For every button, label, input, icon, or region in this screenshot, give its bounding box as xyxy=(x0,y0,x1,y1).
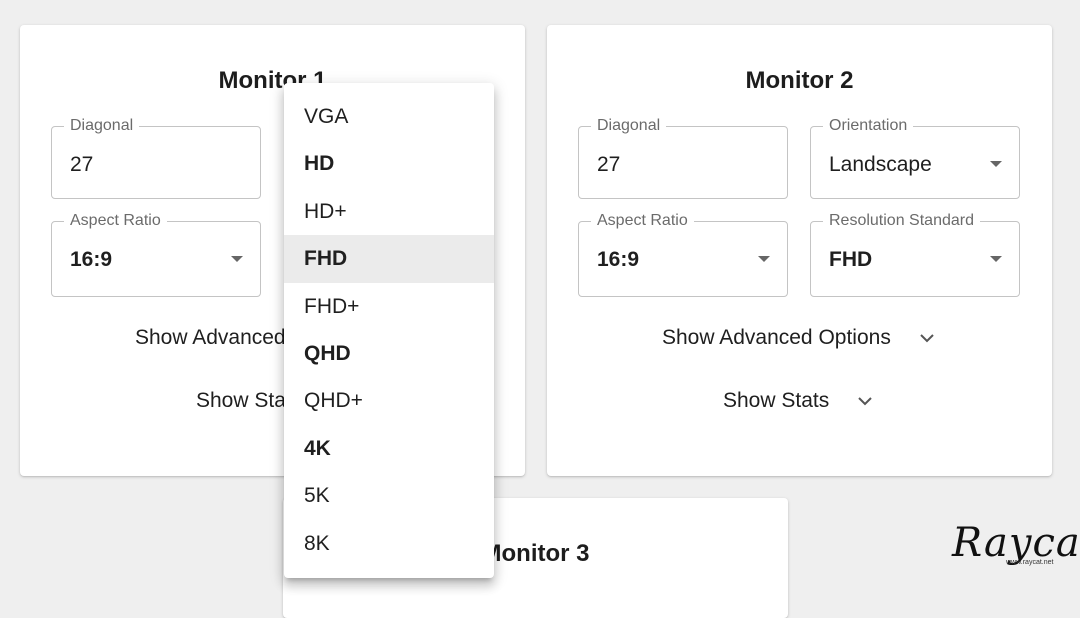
aspect-ratio-label: Aspect Ratio xyxy=(591,212,694,230)
dropdown-arrow-icon xyxy=(990,161,1002,167)
diagonal-label: Diagonal xyxy=(591,117,667,135)
diagonal-label: Diagonal xyxy=(64,117,140,135)
monitor-1-advanced-options-toggle[interactable]: Show Advanced xyxy=(135,326,286,350)
resolution-standard-label: Resolution Standard xyxy=(823,212,980,230)
monitor-1-diagonal-field[interactable]: Diagonal 27 xyxy=(51,117,261,199)
monitor-1-aspect-ratio-select[interactable]: Aspect Ratio 16:9 xyxy=(51,212,261,297)
resolution-standard-value: FHD xyxy=(829,248,873,271)
stats-label: Show Stats xyxy=(723,389,830,412)
monitor-2-aspect-ratio-select[interactable]: Aspect Ratio 16:9 xyxy=(578,212,788,297)
monitor-2-stats-toggle[interactable]: Show Stats xyxy=(723,389,873,413)
aspect-ratio-label: Aspect Ratio xyxy=(64,212,167,230)
dropdown-arrow-icon xyxy=(758,256,770,262)
monitor-2-diagonal-field[interactable]: Diagonal 27 xyxy=(578,117,788,199)
orientation-value: Landscape xyxy=(829,153,932,176)
monitor-2-card: Monitor 2 Diagonal 27 Orientation Landsc… xyxy=(547,25,1052,476)
menu-item-8k[interactable]: 8K xyxy=(284,520,494,567)
chevron-down-icon xyxy=(858,397,872,406)
menu-item-hd[interactable]: HD xyxy=(284,140,494,187)
resolution-standard-menu: VGA HD HD+ FHD FHD+ QHD QHD+ 4K 5K 8K xyxy=(284,83,494,578)
menu-item-vga[interactable]: VGA xyxy=(284,93,494,140)
monitor-2-orientation-select[interactable]: Orientation Landscape xyxy=(810,117,1020,199)
chevron-down-icon xyxy=(919,334,934,343)
menu-item-fhd[interactable]: FHD xyxy=(284,235,494,283)
logo-url-text: www.raycat.net xyxy=(1006,559,1054,566)
diagonal-value: 27 xyxy=(70,153,94,176)
menu-item-qhd[interactable]: QHD xyxy=(284,330,494,377)
dropdown-arrow-icon xyxy=(231,256,243,262)
dropdown-arrow-icon xyxy=(990,256,1002,262)
monitor-1-stats-toggle[interactable]: Show Sta xyxy=(196,389,286,413)
menu-item-hd-plus[interactable]: HD+ xyxy=(284,188,494,235)
orientation-label: Orientation xyxy=(823,117,914,135)
menu-item-4k[interactable]: 4K xyxy=(284,425,494,472)
aspect-ratio-value: 16:9 xyxy=(70,248,113,271)
advanced-options-label: Show Advanced Options xyxy=(662,326,891,349)
monitor-2-resolution-standard-select[interactable]: Resolution Standard FHD xyxy=(810,212,1020,297)
advanced-options-label: Show Advanced xyxy=(135,326,286,349)
aspect-ratio-value: 16:9 xyxy=(597,248,640,271)
menu-item-qhd-plus[interactable]: QHD+ xyxy=(284,377,494,424)
menu-item-5k[interactable]: 5K xyxy=(284,472,494,519)
stats-label: Show Sta xyxy=(196,389,286,412)
diagonal-value: 27 xyxy=(597,153,621,176)
monitor-2-advanced-options-toggle[interactable]: Show Advanced Options xyxy=(662,326,935,350)
menu-item-fhd-plus[interactable]: FHD+ xyxy=(284,283,494,330)
raycat-logo: Raycat www.raycat.net xyxy=(950,520,1080,576)
monitor-2-title: Monitor 2 xyxy=(745,67,854,94)
